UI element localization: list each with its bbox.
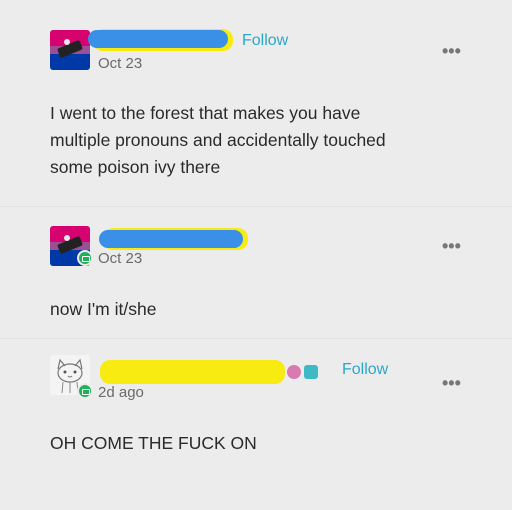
teal-icon [304, 365, 318, 379]
follow-button[interactable]: Follow [342, 361, 388, 379]
post-text: OH COME THE FUCK ON [50, 430, 257, 457]
post-3: Follow 2d ago ••• OH COME THE FUCK ON [0, 338, 512, 510]
more-options-icon[interactable]: ••• [442, 374, 461, 392]
post-2: Oct 23 ••• now I'm it/she [0, 206, 512, 336]
avatar[interactable] [50, 30, 90, 70]
post-date: 2d ago [98, 384, 144, 401]
more-options-icon[interactable]: ••• [442, 237, 461, 255]
redacted-username-overlay [99, 230, 243, 248]
post-date: Oct 23 [98, 55, 143, 72]
redacted-username [100, 360, 285, 384]
follow-button[interactable]: Follow [242, 32, 288, 50]
post-text-line: now I'm it/she [50, 299, 157, 319]
post-text: I went to the forest that makes you have… [50, 100, 386, 181]
post-text-line: some poison ivy there [50, 157, 221, 177]
post-date: Oct 23 [98, 250, 143, 267]
redacted-username-overlay [88, 30, 228, 48]
post-text-line: I went to the forest that makes you have [50, 103, 361, 123]
green-badge-icon [77, 250, 93, 266]
pink-icon [287, 365, 301, 379]
post-text-line: OH COME THE FUCK ON [50, 433, 257, 453]
green-badge-icon [77, 383, 93, 399]
post-text-line: multiple pronouns and accidentally touch… [50, 130, 386, 150]
post-1: Follow Oct 23 ••• I went to the forest t… [0, 0, 512, 205]
post-text: now I'm it/she [50, 296, 156, 323]
more-options-icon[interactable]: ••• [442, 42, 461, 60]
